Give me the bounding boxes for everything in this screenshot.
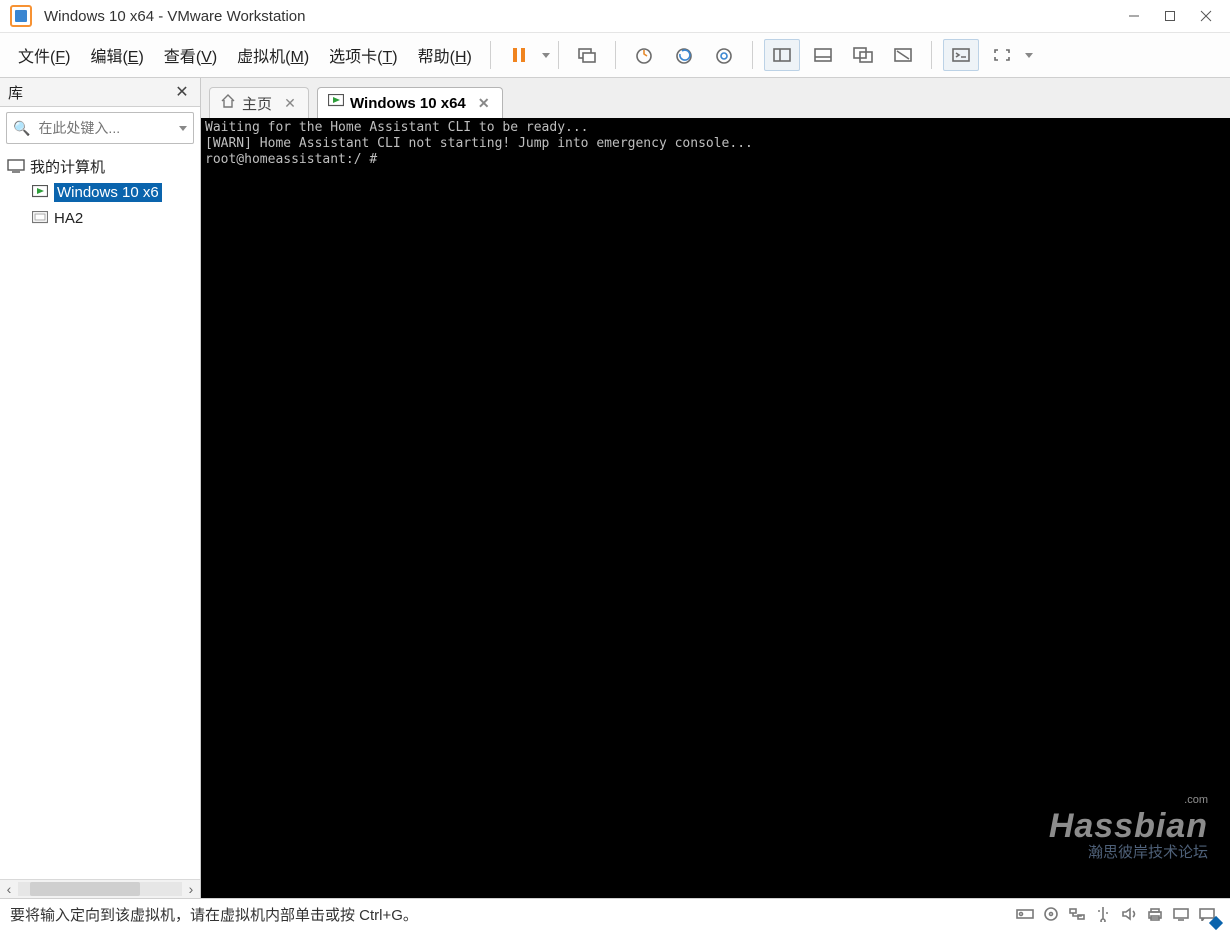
search-icon: 🔍 <box>13 120 30 137</box>
scroll-track[interactable] <box>18 882 182 896</box>
tab-close-button[interactable]: ✕ <box>476 95 492 112</box>
menu-vm[interactable]: 虚拟机(M) <box>227 39 319 71</box>
library-sidebar: 库 ✕ 🔍 我的计算机 Windows 10 x6 <box>0 78 201 898</box>
scroll-left-button[interactable]: ‹ <box>0 880 18 898</box>
main-area: 主页 ✕ Windows 10 x64 ✕ Waiting for the Ho… <box>201 78 1230 898</box>
vm-running-icon <box>30 182 50 202</box>
scroll-thumb[interactable] <box>30 882 140 896</box>
tree-item-windows10x64[interactable]: Windows 10 x6 <box>0 179 200 205</box>
tab-close-button[interactable]: ✕ <box>282 95 298 112</box>
tree-root-label: 我的计算机 <box>30 156 105 177</box>
tree-item-label: HA2 <box>54 210 83 227</box>
menu-edit[interactable]: 编辑(E) <box>80 39 153 71</box>
status-display-icon[interactable] <box>1170 903 1192 925</box>
status-text: 要将输入定向到该虚拟机，请在虚拟机内部单击或按 Ctrl+G。 <box>10 904 418 925</box>
status-network-icon[interactable] <box>1066 903 1088 925</box>
console-line: root@homeassistant:/ # <box>205 152 377 167</box>
library-close-button[interactable]: ✕ <box>172 82 192 102</box>
status-cd-icon[interactable] <box>1040 903 1062 925</box>
view-ctrl-only-button[interactable] <box>886 40 920 70</box>
menu-tabs[interactable]: 选项卡(T) <box>319 39 407 71</box>
tab-home[interactable]: 主页 ✕ <box>209 87 309 118</box>
close-button[interactable] <box>1188 2 1224 30</box>
minimize-button[interactable] <box>1116 2 1152 30</box>
view-single-button[interactable] <box>764 39 800 71</box>
search-dropdown[interactable] <box>179 126 187 131</box>
console-line: [WARN] Home Assistant CLI not starting! … <box>205 136 753 151</box>
library-search-input[interactable] <box>36 119 175 137</box>
vmware-logo-icon <box>10 5 32 27</box>
scroll-right-button[interactable]: › <box>182 880 200 898</box>
status-printer-icon[interactable] <box>1144 903 1166 925</box>
status-sound-icon[interactable] <box>1118 903 1140 925</box>
fullscreen-dropdown[interactable] <box>1025 53 1033 58</box>
view-split-button[interactable] <box>806 40 840 70</box>
tab-strip: 主页 ✕ Windows 10 x64 ✕ <box>201 78 1230 118</box>
menu-view[interactable]: 查看(V) <box>154 39 227 71</box>
library-search[interactable]: 🔍 <box>6 112 194 144</box>
tab-windows10x64[interactable]: Windows 10 x64 ✕ <box>317 87 503 118</box>
power-dropdown[interactable] <box>542 53 550 58</box>
pause-vm-button[interactable] <box>502 40 536 70</box>
status-harddisk-icon[interactable] <box>1014 903 1036 925</box>
home-icon <box>220 94 236 112</box>
vm-off-icon <box>30 208 50 228</box>
console-line: Waiting for the Home Assistant CLI to be… <box>205 120 589 135</box>
library-tree: 我的计算机 Windows 10 x6 HA2 <box>0 149 200 879</box>
tree-item-ha2[interactable]: HA2 <box>0 205 200 231</box>
library-title: 库 <box>8 82 23 103</box>
send-ctrl-alt-del-button[interactable] <box>570 40 604 70</box>
library-hscrollbar[interactable]: ‹ › <box>0 879 200 898</box>
computer-icon <box>6 156 26 176</box>
tab-label: 主页 <box>242 93 272 114</box>
tree-item-label: Windows 10 x6 <box>54 183 162 202</box>
snapshot-take-button[interactable] <box>627 40 661 70</box>
menu-help[interactable]: 帮助(H) <box>408 39 482 71</box>
vm-running-icon <box>328 94 344 112</box>
menu-file[interactable]: 文件(F) <box>8 39 80 71</box>
tab-label: Windows 10 x64 <box>350 95 466 112</box>
fullscreen-button[interactable] <box>985 40 1019 70</box>
snapshot-revert-button[interactable] <box>667 40 701 70</box>
tree-root-my-computer[interactable]: 我的计算机 <box>0 153 200 179</box>
library-header: 库 ✕ <box>0 78 200 107</box>
status-bar: 要将输入定向到该虚拟机，请在虚拟机内部单击或按 Ctrl+G。 <box>0 898 1230 929</box>
status-usb-icon[interactable] <box>1092 903 1114 925</box>
vm-console[interactable]: Waiting for the Home Assistant CLI to be… <box>201 118 1230 898</box>
title-bar: Windows 10 x64 - VMware Workstation <box>0 0 1230 33</box>
console-view-button[interactable] <box>943 39 979 71</box>
view-unity-button[interactable] <box>846 40 880 70</box>
snapshot-manager-button[interactable] <box>707 40 741 70</box>
window-title: Windows 10 x64 - VMware Workstation <box>44 8 305 25</box>
menu-bar: 文件(F) 编辑(E) 查看(V) 虚拟机(M) 选项卡(T) 帮助(H) <box>0 33 1230 78</box>
status-message-icon[interactable] <box>1196 903 1218 925</box>
maximize-button[interactable] <box>1152 2 1188 30</box>
